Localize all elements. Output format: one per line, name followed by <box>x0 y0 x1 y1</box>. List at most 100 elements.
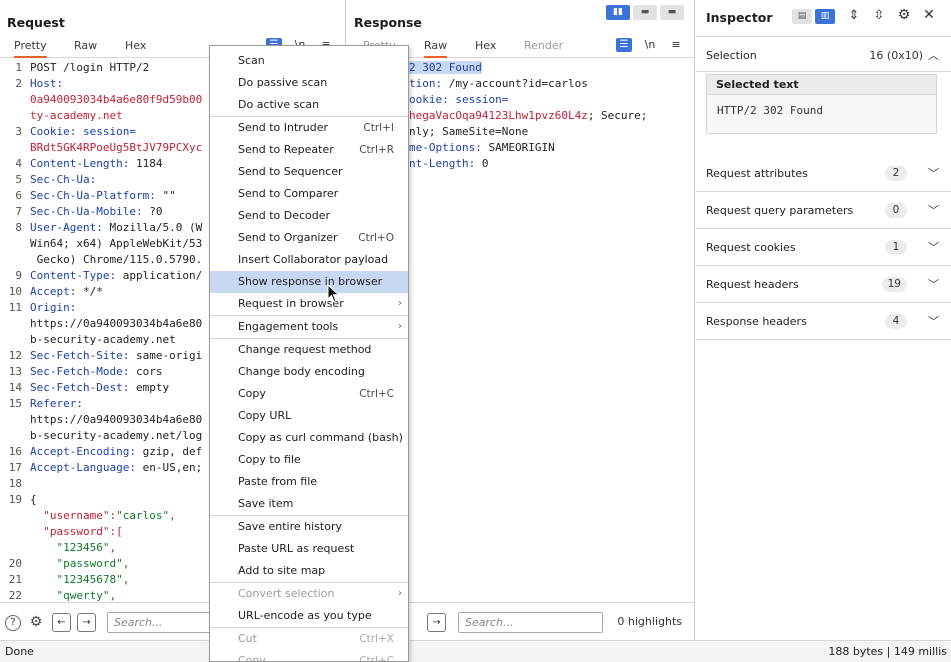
line-number: 22 <box>8 589 22 602</box>
line-value: 1184 <box>135 157 163 170</box>
menu-item[interactable]: Show response in browser <box>210 271 408 293</box>
inspector-section[interactable]: Request headers 19 ﹀ <box>696 266 951 303</box>
menu-item[interactable]: Send to Organizer Ctrl+O <box>210 227 408 249</box>
line-key: b-security-academy.net <box>30 333 176 346</box>
menu-item[interactable]: Copy to file <box>210 449 408 471</box>
tab-request-raw[interactable]: Raw <box>74 39 97 56</box>
line-code: Accept-Encoding: gzip, def <box>30 444 202 460</box>
menu-item[interactable]: Do active scan <box>210 94 408 116</box>
menu-item[interactable]: Send to Intruder Ctrl+I <box>210 117 408 139</box>
tab-response-render[interactable]: Render <box>524 39 563 56</box>
selection-section[interactable]: Selection 16 (0x10) ︿ <box>696 36 951 72</box>
menu-item[interactable]: Copy as curl command (bash) <box>210 427 408 449</box>
line-value: en-US,en; <box>142 461 203 474</box>
menu-item[interactable]: Send to Decoder <box>210 205 408 227</box>
menu-item-label: Scan <box>238 54 265 67</box>
menu-item-label: Copy URL <box>238 409 292 422</box>
menu-item[interactable]: Send to Sequencer <box>210 161 408 183</box>
line-code: ty-academy.net <box>30 108 123 124</box>
line-number: 5 <box>15 173 22 186</box>
expand-all-icon[interactable]: ⇕ <box>846 9 862 23</box>
line-number: 9 <box>15 269 22 282</box>
response-menu-icon[interactable]: ≡ <box>668 38 684 52</box>
previous-match-button[interactable]: ← <box>52 613 71 632</box>
line-value: gzip, def <box>142 445 203 458</box>
response-newline-toggle[interactable]: \n <box>642 38 658 52</box>
line-code: "12345678", <box>30 572 129 588</box>
menu-item-label: Copy as curl command (bash) <box>238 431 403 444</box>
selected-text-value[interactable]: HTTP/2 302 Found <box>707 95 936 117</box>
layout-stacked-icon[interactable]: ▬ <box>633 5 657 20</box>
inspector-section-count: 4 <box>885 314 907 329</box>
menu-item[interactable]: Engagement tools › <box>210 316 408 338</box>
line-key: POST /login HTTP/2 <box>30 61 150 74</box>
menu-item[interactable]: Save entire history <box>210 516 408 538</box>
collapse-all-icon[interactable]: ⇳ <box>871 9 887 23</box>
menu-item[interactable]: Add to site map <box>210 560 408 582</box>
line-key: "12345678", <box>30 573 130 586</box>
inspector-section[interactable]: Response headers 4 ﹀ <box>696 303 951 340</box>
line-key: "username": <box>30 509 117 522</box>
menu-item[interactable]: Send to Comparer <box>210 183 408 205</box>
tab-response-hex[interactable]: Hex <box>475 39 496 56</box>
line-key: "password":[ <box>30 525 123 538</box>
line-number: 21 <box>8 573 22 586</box>
submenu-arrow-icon: › <box>398 298 402 309</box>
line-number: 16 <box>8 445 22 458</box>
menu-item[interactable]: Save item <box>210 493 408 515</box>
line-value: Mozilla/5.0 (W <box>109 221 203 234</box>
highlights-count: 0 highlights <box>617 615 682 628</box>
menu-item-label: Send to Comparer <box>238 187 339 200</box>
response-wrap-lines-icon[interactable]: ☰ <box>616 38 632 52</box>
menu-item[interactable]: Scan <box>210 50 408 72</box>
help-icon[interactable]: ? <box>5 615 21 631</box>
next-match-button[interactable]: → <box>77 613 96 632</box>
line-number: 7 <box>15 205 22 218</box>
response-search-input[interactable]: Search... <box>458 612 603 633</box>
line-number: 6 <box>15 189 22 202</box>
tab-response-raw[interactable]: Raw <box>424 39 448 58</box>
line-code: Accept-Language: en-US,en; <box>30 460 202 476</box>
line-number: 12 <box>8 349 22 362</box>
chevron-down-icon[interactable]: ﹀ <box>928 165 939 181</box>
line-value: empty <box>135 381 170 394</box>
line-number: 17 <box>8 461 22 474</box>
line-value: /my-account?id=carlos <box>448 77 588 90</box>
inspector-layout-side-icon[interactable]: ▥ <box>815 9 835 24</box>
layout-tabs-icon[interactable]: ▬ <box>660 5 684 20</box>
menu-item[interactable]: Do passive scan <box>210 72 408 94</box>
chevron-up-icon[interactable]: ︿ <box>928 47 939 63</box>
chevron-down-icon[interactable]: ﹀ <box>928 313 939 329</box>
inspector-layout-list-icon[interactable]: ▤ <box>792 9 812 24</box>
chevron-down-icon[interactable]: ﹀ <box>928 202 939 218</box>
tab-request-pretty[interactable]: Pretty <box>14 39 47 58</box>
menu-item[interactable]: Change request method <box>210 339 408 361</box>
request-title: Request <box>7 15 65 30</box>
menu-item[interactable]: URL-encode as you type <box>210 605 408 627</box>
menu-item[interactable]: Paste URL as request <box>210 538 408 560</box>
menu-item[interactable]: Change body encoding <box>210 361 408 383</box>
close-icon[interactable]: ✕ <box>921 8 937 22</box>
response-next-match-button[interactable]: → <box>427 613 446 632</box>
inspector-section[interactable]: Request attributes 2 ﹀ <box>696 155 951 192</box>
settings-gear-icon[interactable]: ⚙ <box>28 615 44 631</box>
line-code: Origin: <box>30 300 76 316</box>
layout-side-by-side-icon[interactable]: ▮▮ <box>606 5 630 20</box>
line-number: 2 <box>15 77 22 90</box>
menu-item[interactable]: Insert Collaborator payload <box>210 249 408 271</box>
line-value: same-origi <box>135 349 203 362</box>
menu-item[interactable]: Copy URL <box>210 405 408 427</box>
menu-item[interactable]: Send to Repeater Ctrl+R <box>210 139 408 161</box>
tab-request-hex[interactable]: Hex <box>125 39 146 56</box>
inspector-section[interactable]: Request cookies 1 ﹀ <box>696 229 951 266</box>
menu-item[interactable]: Paste from file <box>210 471 408 493</box>
inspector-section[interactable]: Request query parameters 0 ﹀ <box>696 192 951 229</box>
chevron-down-icon[interactable]: ﹀ <box>928 276 939 292</box>
menu-item[interactable]: Copy Ctrl+C <box>210 383 408 405</box>
line-key: Content-Length: <box>30 157 136 170</box>
inspector-settings-gear-icon[interactable]: ⚙ <box>896 8 912 22</box>
selection-size: 16 (0x10) <box>869 49 923 62</box>
menu-item[interactable]: Request in browser › <box>210 293 408 315</box>
line-value: */* <box>82 285 103 298</box>
chevron-down-icon[interactable]: ﹀ <box>928 239 939 255</box>
